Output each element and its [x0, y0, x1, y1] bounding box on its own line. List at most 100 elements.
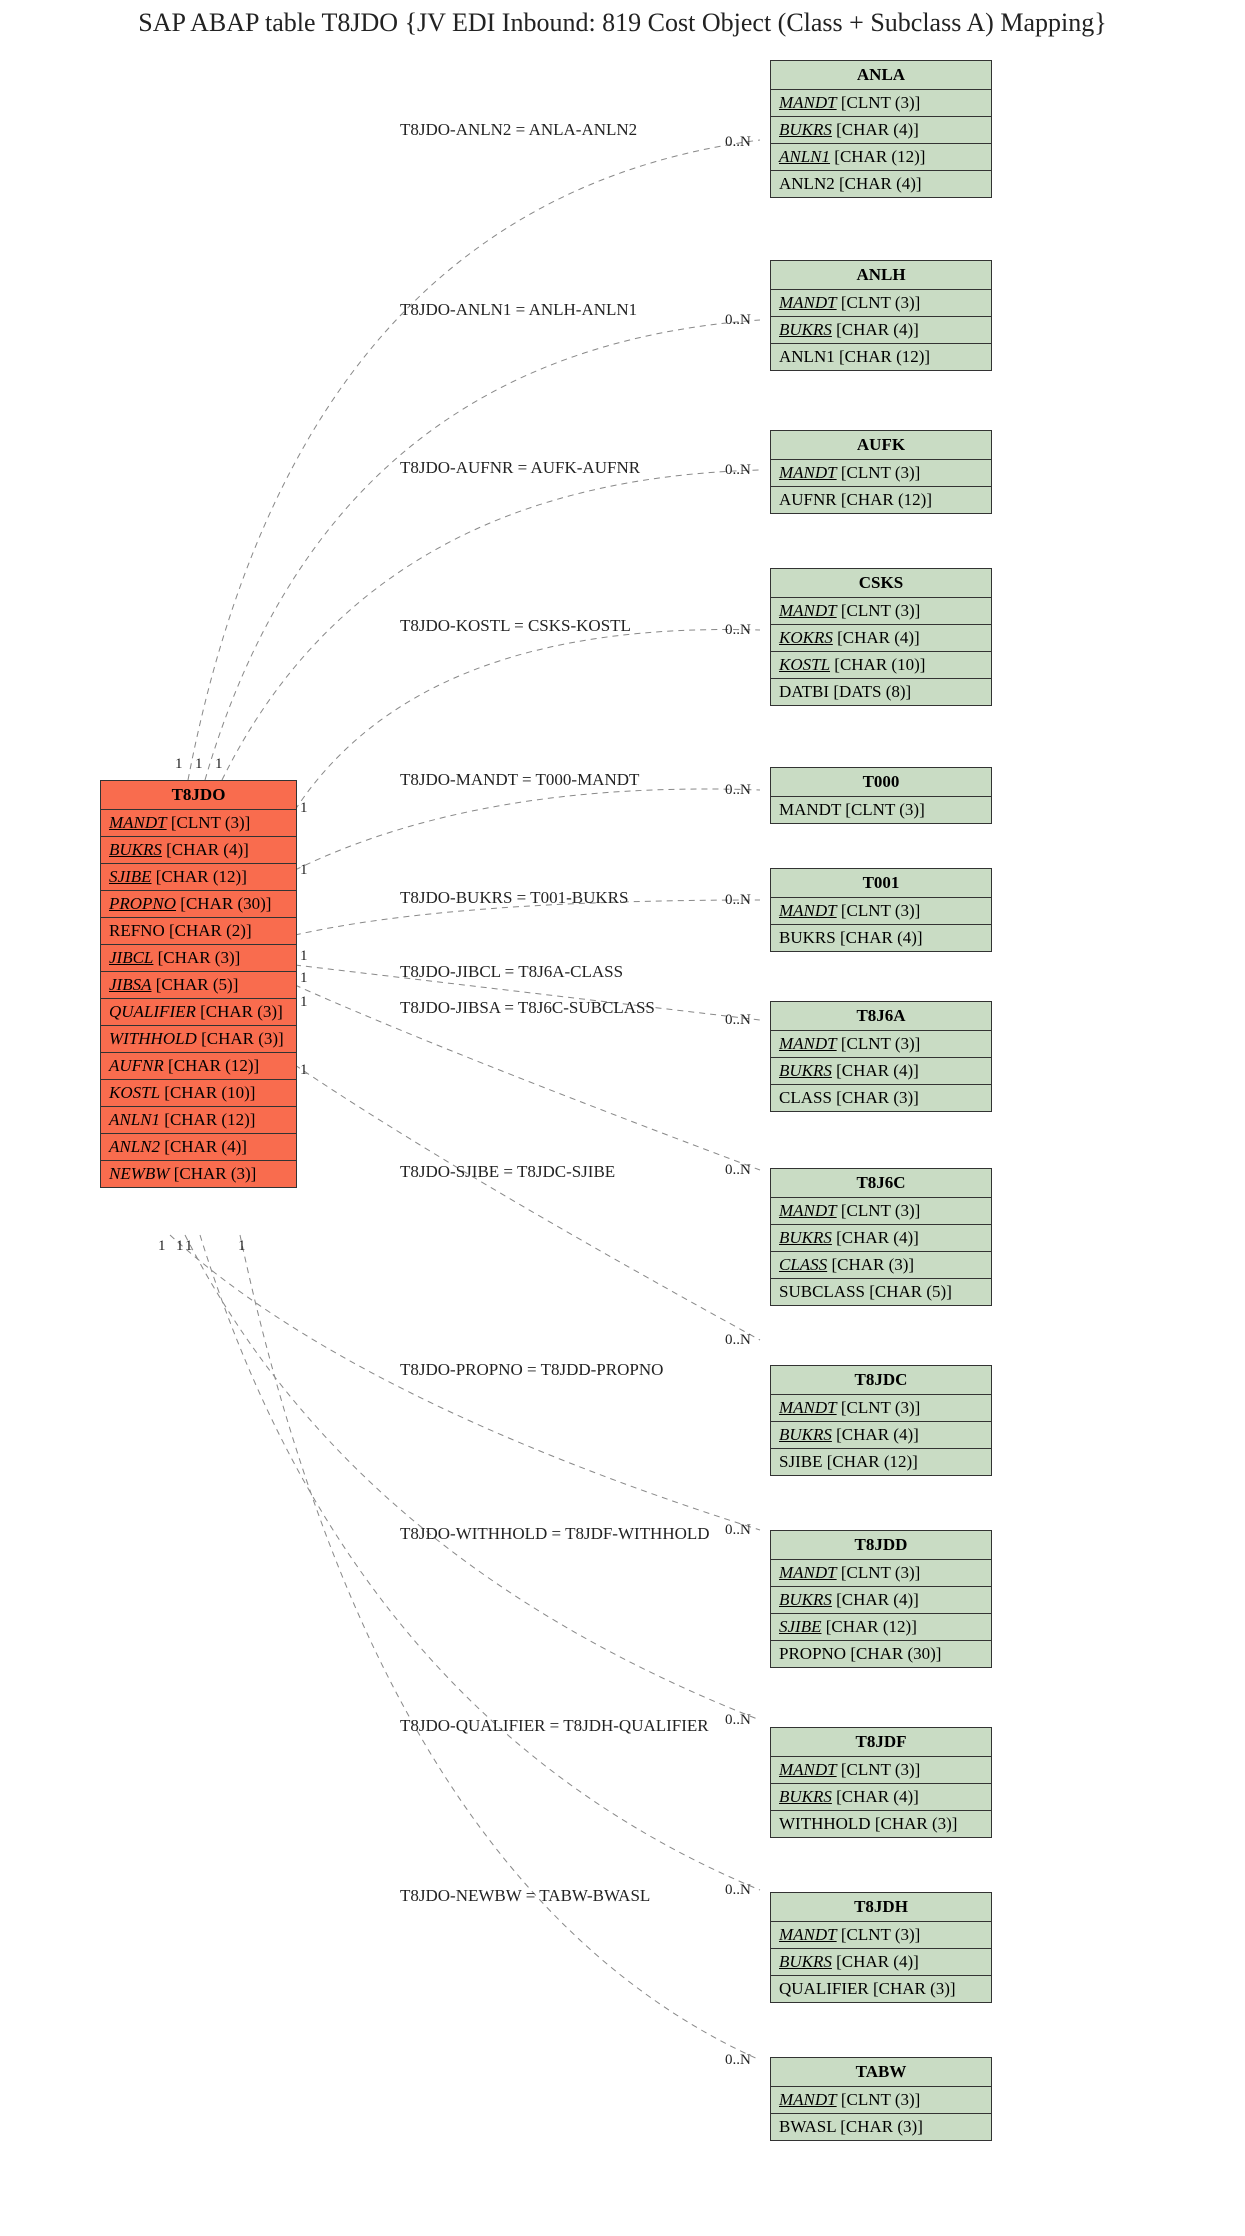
- entity-header: ANLH: [771, 261, 991, 290]
- entity-header: T8JDC: [771, 1366, 991, 1395]
- field-row: NEWBW [CHAR (3)]: [101, 1161, 296, 1187]
- field-row: MANDT [CLNT (3)]: [771, 1198, 991, 1225]
- relationship-label: T8JDO-NEWBW = TABW-BWASL: [400, 1886, 650, 1906]
- card-1: 1: [195, 756, 203, 773]
- entity-anlh: ANLHMANDT [CLNT (3)]BUKRS [CHAR (4)]ANLN…: [770, 260, 992, 371]
- field-row: BUKRS [CHAR (4)]: [771, 117, 991, 144]
- diagram-title: SAP ABAP table T8JDO {JV EDI Inbound: 81…: [0, 8, 1245, 38]
- field-row: MANDT [CLNT (3)]: [771, 1395, 991, 1422]
- field-row: MANDT [CLNT (3)]: [771, 1560, 991, 1587]
- entity-header: ANLA: [771, 61, 991, 90]
- field-row: JIBSA [CHAR (5)]: [101, 972, 296, 999]
- entity-t8j6c: T8J6CMANDT [CLNT (3)]BUKRS [CHAR (4)]CLA…: [770, 1168, 992, 1306]
- cardinality: 0..N: [725, 892, 751, 909]
- field-row: SJIBE [CHAR (12)]: [771, 1614, 991, 1641]
- field-row: MANDT [CLNT (3)]: [771, 598, 991, 625]
- field-row: MANDT [CLNT (3)]: [771, 1031, 991, 1058]
- field-row: PROPNO [CHAR (30)]: [101, 891, 296, 918]
- field-row: MANDT [CLNT (3)]: [101, 810, 296, 837]
- relationship-label: T8JDO-JIBCL = T8J6A-CLASS: [400, 962, 623, 982]
- field-row: SUBCLASS [CHAR (5)]: [771, 1279, 991, 1305]
- cardinality: 0..N: [725, 312, 751, 329]
- field-row: DATBI [DATS (8)]: [771, 679, 991, 705]
- entity-tabw: TABWMANDT [CLNT (3)]BWASL [CHAR (3)]: [770, 2057, 992, 2141]
- field-row: BUKRS [CHAR (4)]: [771, 1949, 991, 1976]
- entity-header: T8JDH: [771, 1893, 991, 1922]
- card-1: 1: [158, 1238, 166, 1255]
- card-1: 1: [176, 1238, 184, 1255]
- card-1: 1: [175, 756, 183, 773]
- field-row: BUKRS [CHAR (4)]: [771, 1058, 991, 1085]
- card-1: 1: [300, 970, 308, 987]
- field-row: BUKRS [CHAR (4)]: [771, 1784, 991, 1811]
- field-row: CLASS [CHAR (3)]: [771, 1252, 991, 1279]
- entity-t8jdh: T8JDHMANDT [CLNT (3)]BUKRS [CHAR (4)]QUA…: [770, 1892, 992, 2003]
- entity-t8j6a: T8J6AMANDT [CLNT (3)]BUKRS [CHAR (4)]CLA…: [770, 1001, 992, 1112]
- cardinality: 0..N: [725, 2052, 751, 2069]
- field-row: BUKRS [CHAR (4)]: [771, 1587, 991, 1614]
- relationship-label: T8JDO-WITHHOLD = T8JDF-WITHHOLD: [400, 1524, 710, 1544]
- cardinality: 0..N: [725, 134, 751, 151]
- card-1: 1: [300, 994, 308, 1011]
- field-row: BUKRS [CHAR (4)]: [771, 925, 991, 951]
- field-row: MANDT [CLNT (3)]: [771, 1757, 991, 1784]
- relationship-label: T8JDO-ANLN2 = ANLA-ANLN2: [400, 120, 637, 140]
- field-row: MANDT [CLNT (3)]: [771, 898, 991, 925]
- cardinality: 0..N: [725, 1332, 751, 1349]
- cardinality: 0..N: [725, 782, 751, 799]
- relationship-label: T8JDO-MANDT = T000-MANDT: [400, 770, 639, 790]
- cardinality: 0..N: [725, 1882, 751, 1899]
- field-row: SJIBE [CHAR (12)]: [101, 864, 296, 891]
- field-row: MANDT [CLNT (3)]: [771, 1922, 991, 1949]
- field-row: BUKRS [CHAR (4)]: [771, 317, 991, 344]
- cardinality: 0..N: [725, 462, 751, 479]
- field-row: ANLN1 [CHAR (12)]: [771, 344, 991, 370]
- cardinality: 0..N: [725, 1012, 751, 1029]
- field-row: MANDT [CLNT (3)]: [771, 290, 991, 317]
- entity-header: T8JDF: [771, 1728, 991, 1757]
- card-1: 1: [185, 1238, 193, 1255]
- field-row: REFNO [CHAR (2)]: [101, 918, 296, 945]
- relationship-label: T8JDO-BUKRS = T001-BUKRS: [400, 888, 628, 908]
- field-row: ANLN1 [CHAR (12)]: [101, 1107, 296, 1134]
- entity-header: TABW: [771, 2058, 991, 2087]
- entity-header: AUFK: [771, 431, 991, 460]
- field-row: BUKRS [CHAR (4)]: [771, 1225, 991, 1252]
- cardinality: 0..N: [725, 1712, 751, 1729]
- entity-t001: T001MANDT [CLNT (3)]BUKRS [CHAR (4)]: [770, 868, 992, 952]
- field-row: AUFNR [CHAR (12)]: [101, 1053, 296, 1080]
- entity-header: T8J6A: [771, 1002, 991, 1031]
- card-1: 1: [300, 1062, 308, 1079]
- field-row: CLASS [CHAR (3)]: [771, 1085, 991, 1111]
- field-row: PROPNO [CHAR (30)]: [771, 1641, 991, 1667]
- entity-header: CSKS: [771, 569, 991, 598]
- relationship-label: T8JDO-AUFNR = AUFK-AUFNR: [400, 458, 640, 478]
- field-row: ANLN2 [CHAR (4)]: [771, 171, 991, 197]
- field-row: JIBCL [CHAR (3)]: [101, 945, 296, 972]
- card-1: 1: [215, 756, 223, 773]
- relationship-label: T8JDO-JIBSA = T8J6C-SUBCLASS: [400, 998, 655, 1018]
- entity-header: T001: [771, 869, 991, 898]
- entity-t8jdc: T8JDCMANDT [CLNT (3)]BUKRS [CHAR (4)]SJI…: [770, 1365, 992, 1476]
- card-1: 1: [300, 948, 308, 965]
- field-row: KOKRS [CHAR (4)]: [771, 625, 991, 652]
- card-1: 1: [300, 800, 308, 817]
- field-row: MANDT [CLNT (3)]: [771, 90, 991, 117]
- field-row: SJIBE [CHAR (12)]: [771, 1449, 991, 1475]
- relationship-label: T8JDO-PROPNO = T8JDD-PROPNO: [400, 1360, 663, 1380]
- entity-csks: CSKSMANDT [CLNT (3)]KOKRS [CHAR (4)]KOST…: [770, 568, 992, 706]
- field-row: BUKRS [CHAR (4)]: [771, 1422, 991, 1449]
- field-row: KOSTL [CHAR (10)]: [771, 652, 991, 679]
- entity-header: T000: [771, 768, 991, 797]
- entity-header: T8JDO: [101, 781, 296, 810]
- relationship-label: T8JDO-QUALIFIER = T8JDH-QUALIFIER: [400, 1716, 709, 1736]
- field-row: MANDT [CLNT (3)]: [771, 460, 991, 487]
- cardinality: 0..N: [725, 1162, 751, 1179]
- field-row: BUKRS [CHAR (4)]: [101, 837, 296, 864]
- cardinality: 0..N: [725, 1522, 751, 1539]
- entity-t8jdf: T8JDFMANDT [CLNT (3)]BUKRS [CHAR (4)]WIT…: [770, 1727, 992, 1838]
- card-1: 1: [238, 1238, 246, 1255]
- relationship-label: T8JDO-ANLN1 = ANLH-ANLN1: [400, 300, 637, 320]
- field-row: AUFNR [CHAR (12)]: [771, 487, 991, 513]
- entity-anla: ANLAMANDT [CLNT (3)]BUKRS [CHAR (4)] ANLN…: [770, 60, 992, 198]
